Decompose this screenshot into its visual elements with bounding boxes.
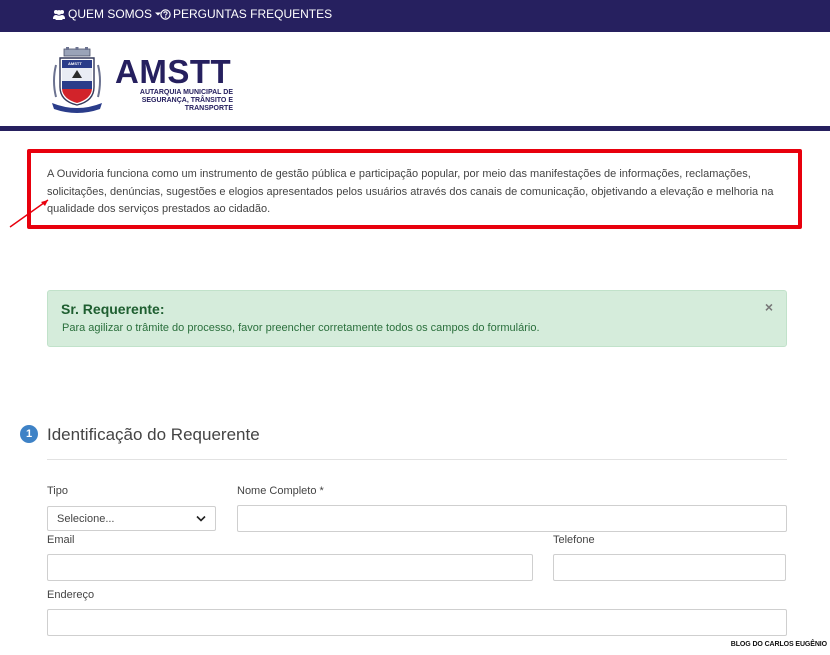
logo-label: AMSTT [68,61,82,66]
email-input[interactable] [47,554,533,581]
annotation-arrow-icon [9,199,49,228]
endereco-input[interactable] [47,609,787,636]
brand-title: AMSTT [115,53,232,90]
question-circle-icon [160,8,171,20]
alert-message: Para agilizar o trâmite do processo, fav… [62,322,540,334]
section-divider [47,459,787,460]
requester-alert: Sr. Requerente: Para agilizar o trâmite … [47,290,787,347]
ombudsman-info-text: A Ouvidoria funciona como um instrumento… [47,168,774,215]
endereco-label: Endereço [47,589,95,601]
brand-subtitle: AUTARQUIA MUNICIPAL DE SEGURANÇA, TRÂNSI… [113,89,233,113]
nome-completo-label: Nome Completo * [237,485,324,497]
watermark-text: BLOG DO CARLOS EUGÊNIO [730,641,827,648]
users-icon [52,9,66,20]
telefone-label: Telefone [553,534,595,546]
section-title: Identificação do Requerente [47,425,260,444]
tipo-select-value: Selecione... [57,512,115,525]
email-label: Email [47,534,75,546]
header-divider [0,126,830,131]
alert-title: Sr. Requerente: [61,301,165,317]
alert-close-button[interactable]: × [765,300,773,314]
nav-quem-somos-label: QUEM SOMOS [68,7,153,21]
top-navbar: QUEM SOMOS PERGUNTAS FREQUENTES [0,0,830,32]
step-number-badge: 1 [20,425,38,443]
chevron-down-icon [196,513,206,525]
tipo-select[interactable]: Selecione... [47,506,216,531]
brand-subtitle-line1: AUTARQUIA MUNICIPAL DE [139,89,233,96]
tipo-label: Tipo [47,485,68,497]
telefone-input[interactable] [553,554,786,581]
ombudsman-info-box: A Ouvidoria funciona como um instrumento… [27,149,802,229]
nav-perguntas-frequentes[interactable]: PERGUNTAS FREQUENTES [160,7,332,21]
nav-quem-somos[interactable]: QUEM SOMOS [52,7,162,21]
brand-subtitle-line2: SEGURANÇA, TRÂNSITO E TRANSPORTE [141,97,233,112]
nome-completo-input[interactable] [237,505,787,532]
coat-of-arms-logo[interactable]: AMSTT [50,47,104,113]
nav-perguntas-frequentes-label: PERGUNTAS FREQUENTES [173,7,333,21]
